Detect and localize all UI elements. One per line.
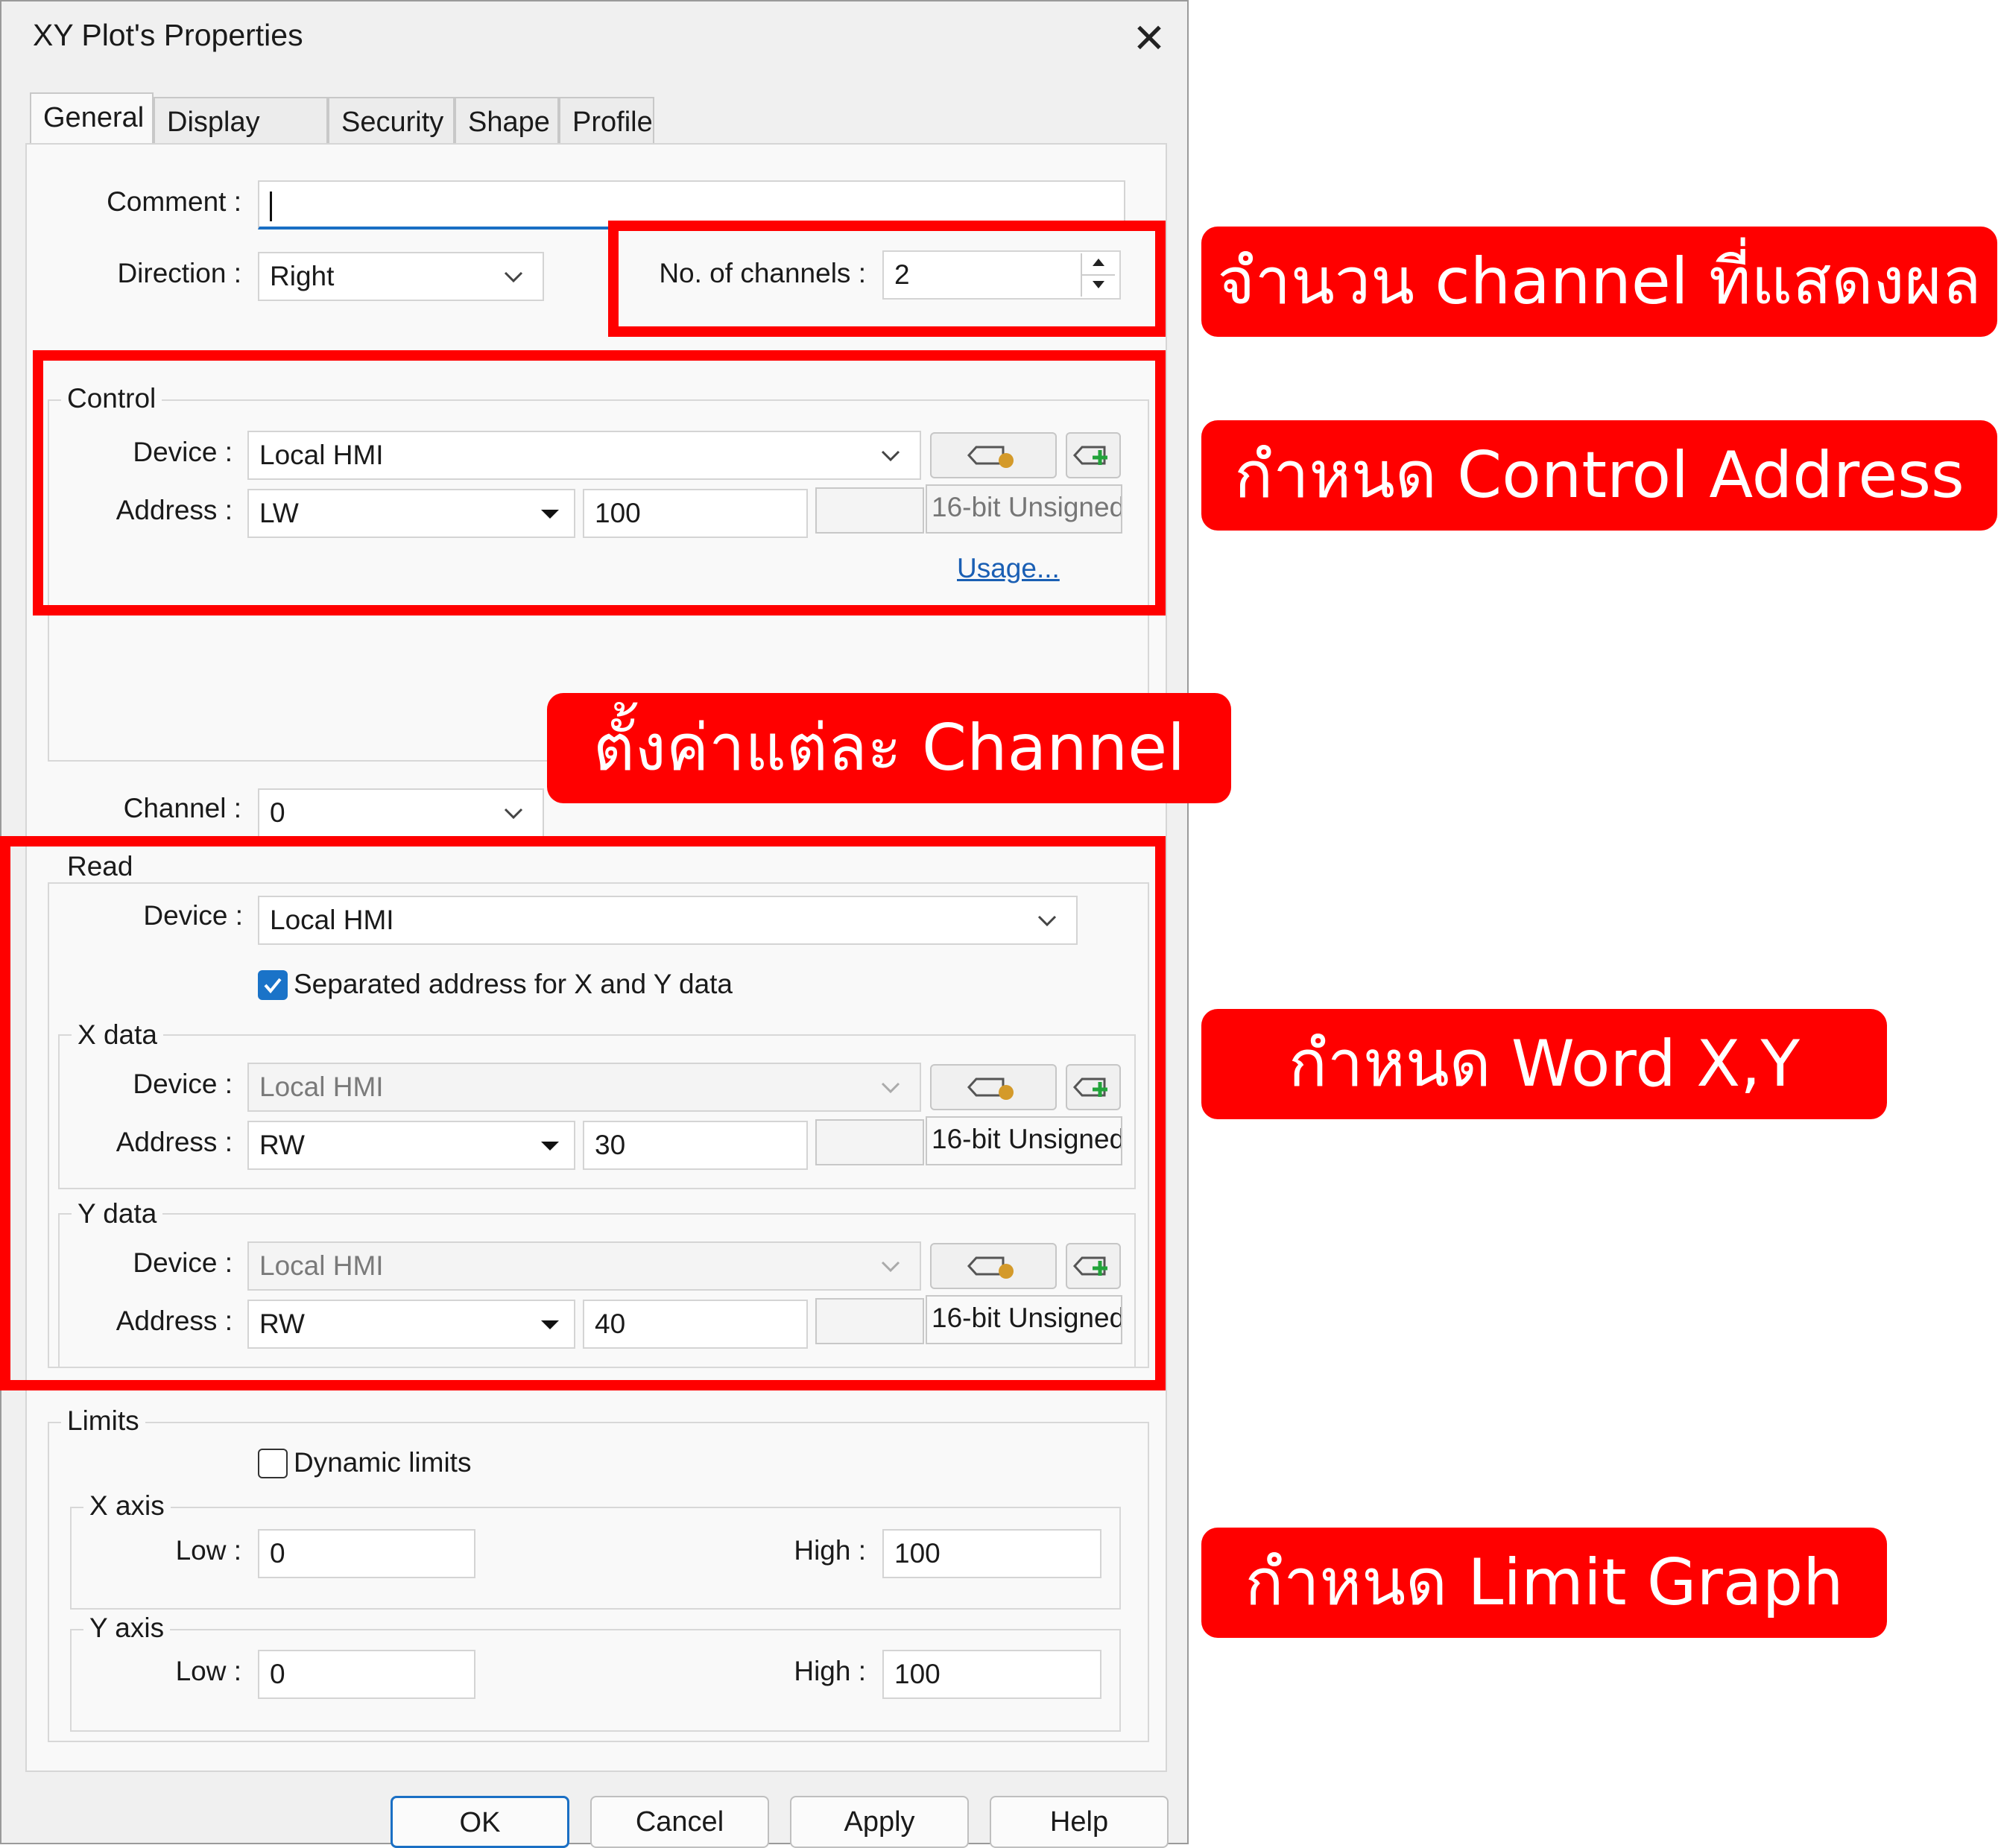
dynamic-limits-label: Dynamic limits <box>294 1447 472 1478</box>
tab-profile[interactable]: Profile <box>559 97 654 145</box>
dialog-title: XY Plot's Properties <box>33 18 303 52</box>
tab-shape[interactable]: Shape <box>455 97 559 145</box>
y-axis-legend: Y axis <box>83 1613 171 1644</box>
cancel-button[interactable]: Cancel <box>590 1796 769 1848</box>
apply-button[interactable]: Apply <box>790 1796 969 1848</box>
channel-label: Channel : <box>123 793 241 823</box>
callout-control-address: กำหนด Control Address <box>1201 420 1997 531</box>
channel-select[interactable]: 0 <box>258 788 544 838</box>
tab-general[interactable]: General <box>30 92 154 146</box>
callout-channels: จำนวน channel ที่แสดงผล <box>1201 227 1997 337</box>
y-low-input[interactable]: 0 <box>258 1650 475 1699</box>
dynamic-limits-checkbox[interactable] <box>258 1449 288 1478</box>
tab-display-area[interactable]: Display Area <box>154 97 328 186</box>
limits-legend: Limits <box>61 1405 145 1437</box>
y-high-label: High : <box>794 1656 866 1686</box>
close-button[interactable]: ✕ <box>1119 10 1179 67</box>
x-high-input[interactable]: 100 <box>882 1529 1101 1578</box>
x-high-label: High : <box>794 1535 866 1566</box>
tab-security[interactable]: Security <box>328 97 455 145</box>
x-low-label: Low : <box>175 1535 241 1566</box>
direction-select[interactable]: Right <box>258 252 544 301</box>
y-high-input[interactable]: 100 <box>882 1650 1101 1699</box>
y-low-label: Low : <box>175 1656 241 1686</box>
callout-limit-graph: กำหนด Limit Graph <box>1201 1528 1887 1638</box>
highlight-control-box <box>33 350 1166 616</box>
direction-label: Direction : <box>117 258 241 288</box>
comment-label: Comment : <box>107 186 241 217</box>
callout-word-xy: กำหนด Word X,Y <box>1201 1009 1887 1119</box>
chevron-down-icon <box>504 271 523 283</box>
help-button[interactable]: Help <box>990 1796 1169 1848</box>
highlight-channels-box <box>608 221 1166 337</box>
highlight-read-box <box>0 836 1166 1390</box>
callout-each-channel: ตั้งค่าแต่ละ Channel <box>547 693 1231 803</box>
close-icon: ✕ <box>1132 16 1166 61</box>
ok-button[interactable]: OK <box>391 1796 569 1848</box>
x-axis-legend: X axis <box>83 1490 171 1522</box>
chevron-down-icon <box>504 808 523 820</box>
x-low-input[interactable]: 0 <box>258 1529 475 1578</box>
